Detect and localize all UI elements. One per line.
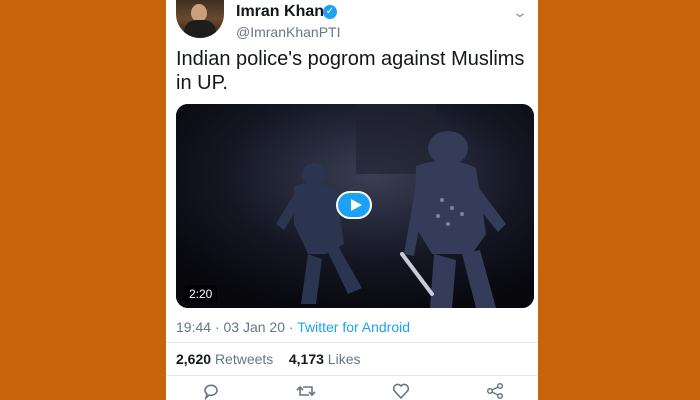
avatar-body — [184, 20, 216, 38]
chevron-down-icon[interactable]: ⌄ — [512, 4, 528, 21]
video-player[interactable]: 2:20 — [176, 104, 534, 308]
avatar[interactable] — [176, 0, 224, 38]
likes-count[interactable]: 4,173 — [289, 351, 324, 367]
tweet-date: 03 Jan 20 — [223, 319, 286, 335]
tweet-source[interactable]: Twitter for Android — [297, 319, 410, 335]
heart-icon[interactable] — [392, 382, 410, 400]
tweet-time: 19:44 — [176, 319, 212, 335]
likes-label[interactable]: Likes — [328, 351, 361, 367]
retweets-label[interactable]: Retweets — [215, 351, 273, 367]
tweet-meta: 19:44 · 03 Jan 20 · Twitter for Android — [176, 319, 410, 335]
divider — [166, 375, 538, 376]
video-duration: 2:20 — [184, 285, 218, 303]
tweet-card: Imran Khan ✓ @ImranKhanPTI ⌄ Indian poli… — [166, 0, 538, 400]
author-name[interactable]: Imran Khan — [236, 3, 324, 21]
play-button[interactable] — [336, 191, 372, 219]
retweet-icon[interactable] — [296, 382, 316, 400]
divider — [166, 342, 538, 343]
meta-separator: · — [214, 319, 224, 335]
tweet-text: Indian police's pogrom against Muslims i… — [176, 48, 525, 94]
reply-icon[interactable] — [202, 382, 220, 400]
action-bar — [166, 382, 538, 400]
share-icon[interactable] — [486, 382, 504, 400]
meta-separator: · — [288, 319, 298, 335]
author-handle[interactable]: @ImranKhanPTI — [236, 24, 340, 40]
tweet-stats: 2,620 Retweets 4,173 Likes — [176, 351, 360, 367]
verified-badge-icon: ✓ — [323, 5, 337, 19]
retweets-count[interactable]: 2,620 — [176, 351, 211, 367]
